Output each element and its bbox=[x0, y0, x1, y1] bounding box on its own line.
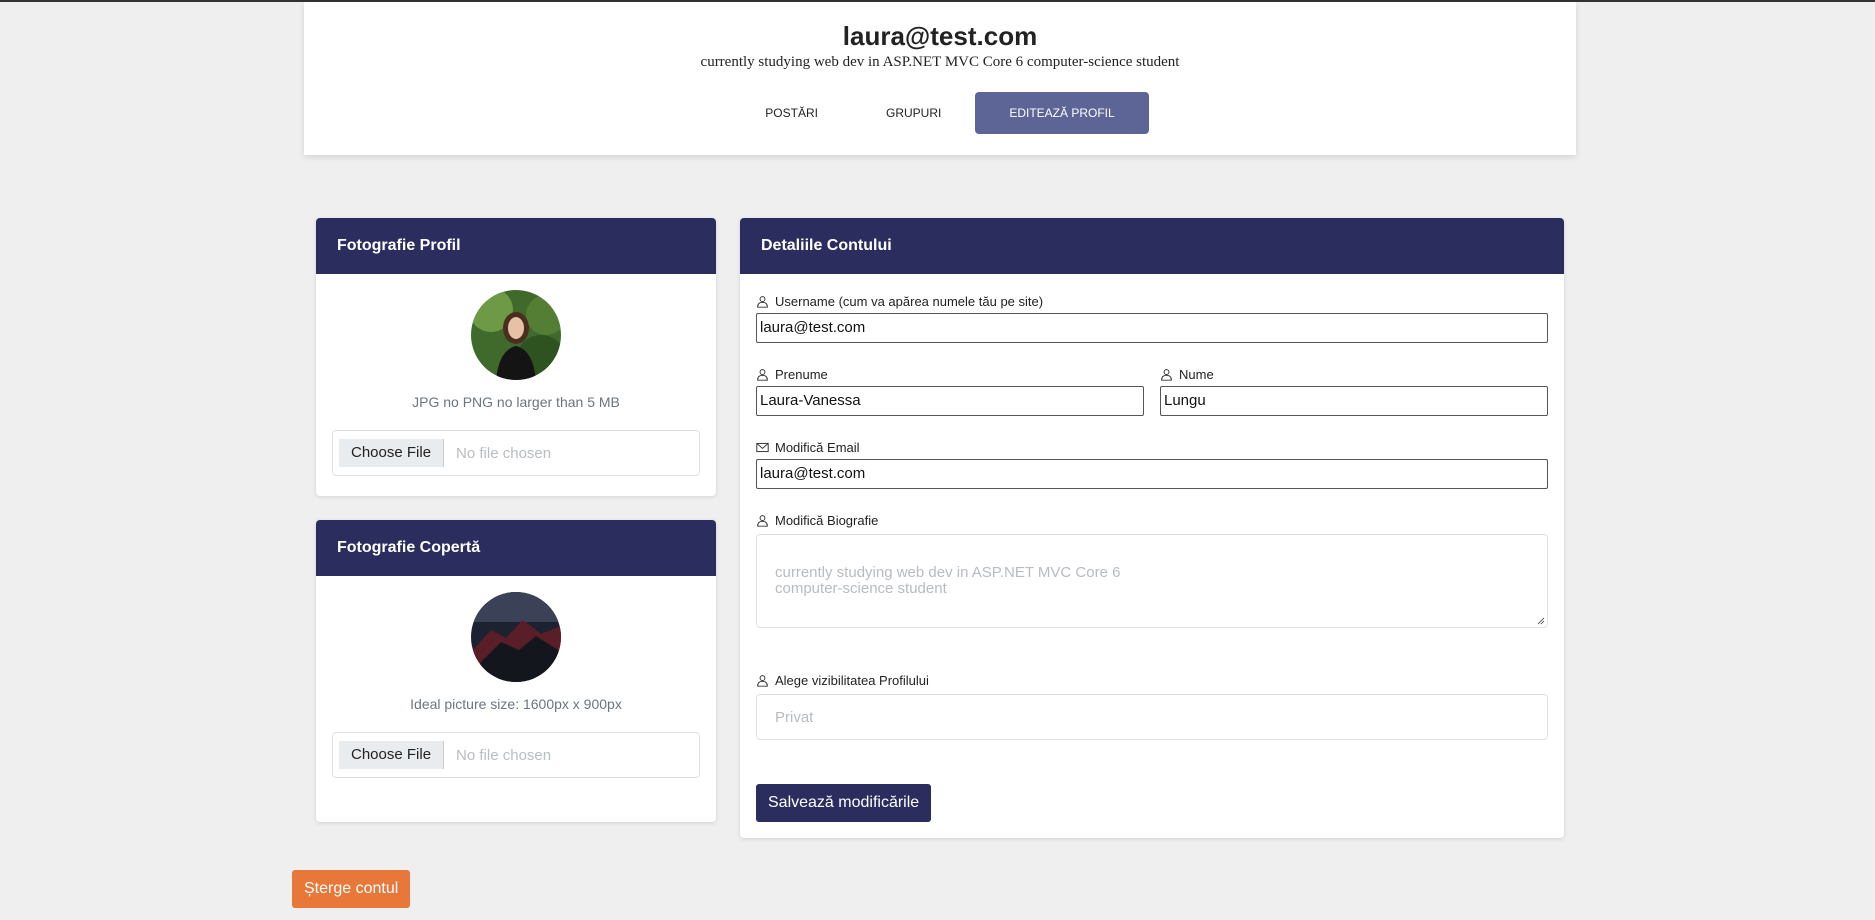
username-label: Username (cum va apărea numele tău pe si… bbox=[775, 294, 1044, 309]
bio-field: Modifică Biografie currently studying we… bbox=[756, 513, 1548, 628]
profile-bio: currently studying web dev in ASP.NET MV… bbox=[700, 54, 1180, 70]
firstname-input[interactable]: Laura-Vanessa bbox=[756, 386, 1144, 416]
email-label: Modifică Email bbox=[775, 440, 860, 455]
tab-posts[interactable]: POSTĂRI bbox=[731, 92, 852, 134]
cover-photo-file-input[interactable]: Choose File No file chosen bbox=[332, 732, 700, 778]
profile-username: laura@test.com bbox=[842, 21, 1038, 51]
profile-tabs: POSTĂRI GRUPURI EDITEAZĂ PROFIL bbox=[304, 92, 1576, 134]
user-icon bbox=[757, 369, 768, 381]
file-status: No file chosen bbox=[456, 746, 552, 764]
tab-groups[interactable]: GRUPURI bbox=[852, 92, 975, 134]
lastname-input[interactable]: Lungu bbox=[1160, 386, 1548, 416]
delete-account-button[interactable]: Șterge contul bbox=[292, 870, 411, 908]
tab-edit-profile[interactable]: EDITEAZĂ PROFIL bbox=[975, 92, 1149, 134]
bio-textarea[interactable]: currently studying web dev in ASP.NET MV… bbox=[756, 534, 1548, 628]
profile-photo-title: Fotografie Profil bbox=[316, 218, 716, 274]
cover-thumbnail bbox=[471, 592, 561, 682]
visibility-label: Alege vizibilitatea Profilului bbox=[775, 673, 929, 688]
bio-placeholder: currently studying web dev in ASP.NET MV… bbox=[775, 564, 1121, 597]
visibility-select[interactable]: Privat bbox=[756, 694, 1548, 740]
firstname-label: Prenume bbox=[775, 367, 828, 382]
profile-header: laura@test.com currently studying web de… bbox=[304, 2, 1576, 155]
profile-photo-file-input[interactable]: Choose File No file chosen bbox=[332, 430, 700, 476]
user-icon bbox=[757, 515, 768, 527]
resize-grip-icon[interactable] bbox=[1537, 617, 1545, 625]
cover-photo-title: Fotografie Copertă bbox=[316, 520, 716, 576]
username-input[interactable]: laura@test.com bbox=[756, 313, 1548, 343]
choose-file-button[interactable]: Choose File bbox=[339, 439, 445, 467]
lastname-label: Nume bbox=[1179, 367, 1214, 382]
email-input[interactable]: laura@test.com bbox=[756, 459, 1548, 489]
choose-file-button[interactable]: Choose File bbox=[339, 741, 445, 769]
lastname-field: Nume Lungu bbox=[1160, 367, 1548, 416]
user-icon bbox=[757, 296, 768, 308]
username-field: Username (cum va apărea numele tău pe si… bbox=[756, 294, 1548, 343]
bio-label: Modifică Biografie bbox=[775, 513, 879, 528]
save-changes-button[interactable]: Salvează modificările bbox=[756, 784, 932, 822]
firstname-field: Prenume Laura-Vanessa bbox=[756, 367, 1144, 416]
account-details-card: Detaliile Contului Username (cum va apăr… bbox=[740, 218, 1564, 838]
envelope-icon bbox=[756, 442, 769, 453]
account-details-title: Detaliile Contului bbox=[740, 218, 1564, 274]
cover-photo-card: Fotografie Copertă Ideal picture size: 1… bbox=[316, 520, 716, 822]
file-status: No file chosen bbox=[456, 444, 552, 462]
user-icon bbox=[1161, 369, 1172, 381]
cover-photo-hint: Ideal picture size: 1600px x 900px bbox=[410, 696, 622, 712]
profile-photo-card: Fotografie Profil JPG no PNG no larger t… bbox=[316, 218, 716, 496]
email-field: Modifică Email laura@test.com bbox=[756, 440, 1548, 489]
profile-photo-hint: JPG no PNG no larger than 5 MB bbox=[412, 394, 620, 410]
user-icon bbox=[757, 675, 768, 687]
profile-avatar bbox=[471, 290, 561, 380]
visibility-field: Alege vizibilitatea Profilului Privat bbox=[756, 673, 1548, 740]
